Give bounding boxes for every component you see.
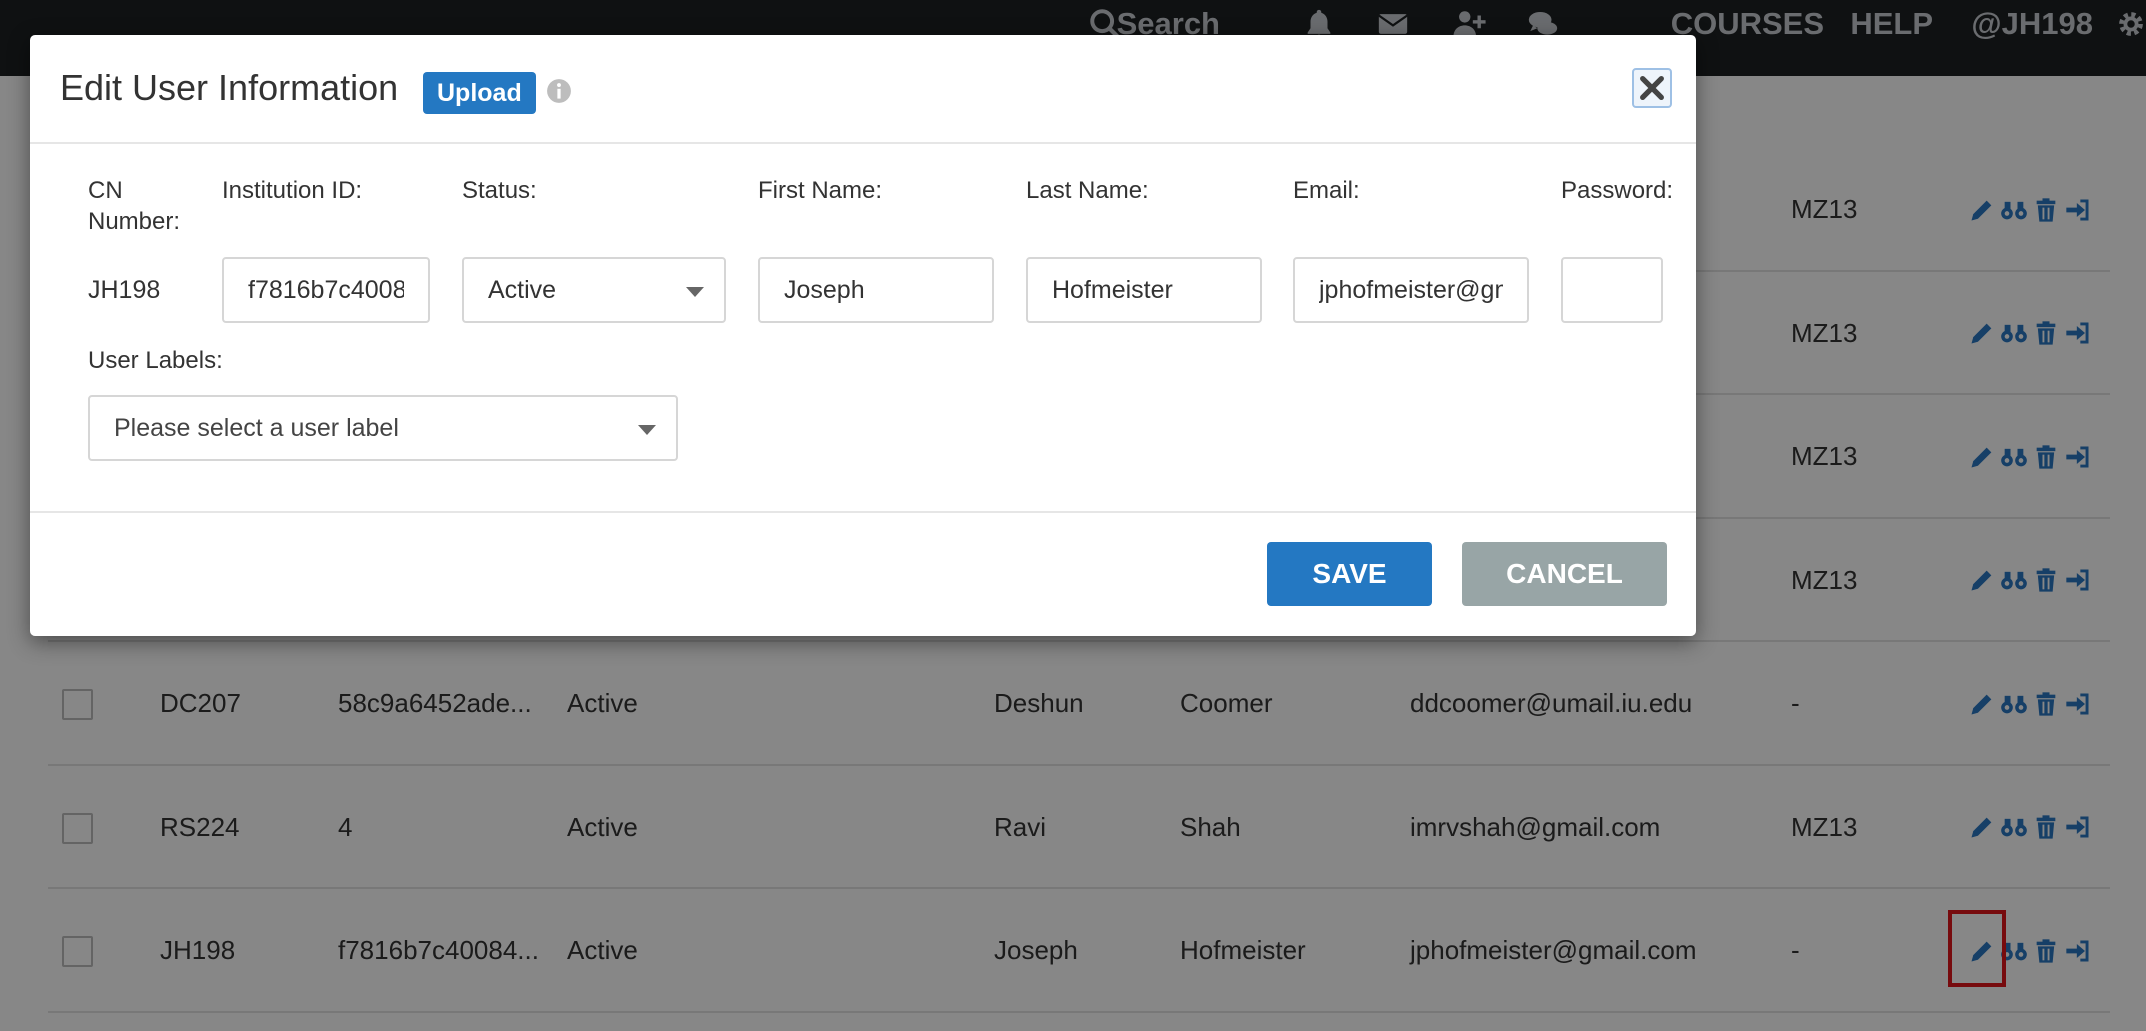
- modal-footer-divider: [30, 511, 1696, 513]
- cn-number-label-line1: CN: [88, 177, 123, 204]
- edit-user-modal: Edit User Information Upload CN Number: …: [30, 35, 1696, 636]
- close-icon: [1640, 76, 1664, 100]
- first-name-input[interactable]: [758, 257, 994, 323]
- user-label-placeholder: Please select a user label: [114, 413, 399, 442]
- cn-number-label-line2: Number:: [88, 208, 181, 235]
- chevron-down-icon: [686, 287, 704, 297]
- cn-number-label: CN Number:: [88, 175, 180, 237]
- user-labels-label: User Labels:: [88, 347, 223, 374]
- institution-id-input[interactable]: [222, 257, 430, 323]
- email-label: Email:: [1293, 177, 1360, 204]
- close-button[interactable]: [1632, 68, 1672, 108]
- cancel-button[interactable]: CANCEL: [1462, 542, 1667, 606]
- upload-button[interactable]: Upload: [423, 72, 536, 114]
- password-label: Password:: [1561, 177, 1674, 204]
- status-select-value: Active: [488, 275, 557, 304]
- user-label-select[interactable]: Please select a user label: [88, 395, 678, 461]
- status-select[interactable]: Active: [462, 257, 726, 323]
- last-name-input[interactable]: [1026, 257, 1262, 323]
- last-name-label: Last Name:: [1026, 177, 1149, 204]
- modal-title: Edit User Information: [60, 67, 399, 108]
- institution-id-label: Institution ID:: [222, 177, 363, 204]
- email-input[interactable]: [1293, 257, 1529, 323]
- first-name-label: First Name:: [758, 177, 883, 204]
- cn-number-value: JH198: [88, 276, 161, 304]
- status-label: Status:: [462, 177, 537, 204]
- modal-header: Edit User Information Upload: [30, 35, 1696, 144]
- save-button[interactable]: SAVE: [1267, 542, 1432, 606]
- info-icon[interactable]: [546, 78, 572, 104]
- chevron-down-icon: [638, 425, 656, 435]
- password-input[interactable]: [1561, 257, 1663, 323]
